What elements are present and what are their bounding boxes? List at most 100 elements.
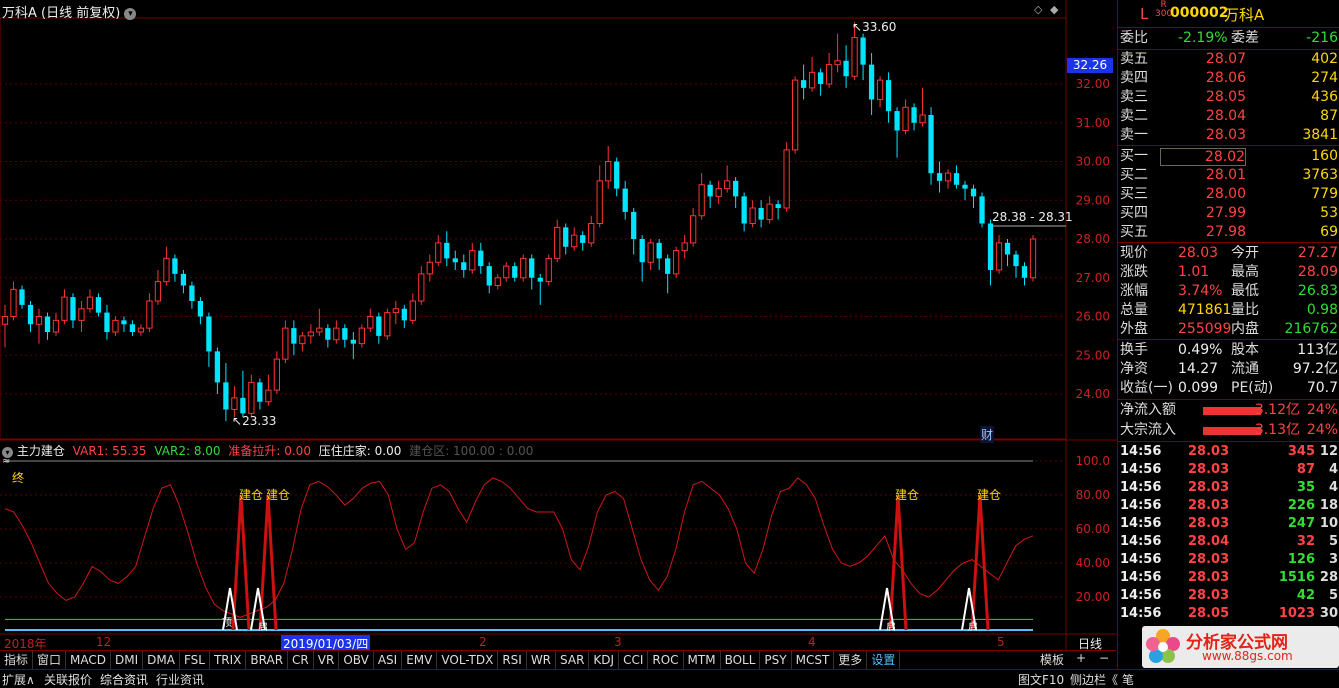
weicha-label: 委差 [1231,30,1259,46]
general-info-button[interactable]: 综合资讯 [100,671,148,688]
flow-label: 大宗流入 [1120,422,1176,438]
fund-row: 净资 14.27 流通 97.2亿 [1118,360,1339,379]
candle-body-down [741,196,747,224]
ask-price: 28.06 [1205,70,1246,86]
ask-row[interactable]: 卖四 28.06 274 [1118,69,1339,88]
bid-row[interactable]: 买四 27.99 53 [1118,204,1339,223]
tick-price: 28.05 [1188,606,1230,621]
fund-value-2: 70.7 [1306,380,1338,396]
toolbar-settings[interactable]: 设置 [867,651,901,669]
bid-row[interactable]: 买三 28.00 779 [1118,185,1339,204]
ask-row[interactable]: 卖五 28.07 402 [1118,50,1339,69]
toolbar-sar[interactable]: SAR [556,651,590,669]
candle-body-up [137,327,145,333]
template-button[interactable]: 模板 [1040,651,1064,668]
candle-body-up [520,257,527,279]
toolbar-rsi[interactable]: RSI [498,651,527,669]
bid-price-selected[interactable]: 28.02 [1160,148,1246,166]
related-quote-button[interactable]: 关联报价 [44,671,92,688]
bid-row[interactable]: 买五 27.98 69 [1118,223,1339,242]
candle-body-up [231,397,238,410]
toolbar-mtm[interactable]: MTM [684,651,721,669]
candle-body-up [469,250,476,271]
quote-panel: L R 300 000002 万科A 委比 -2.19% 委差 -216 卖五 28… [1117,0,1339,669]
candle-body-down [70,297,76,321]
toolbar-window[interactable]: 窗口 [33,651,67,669]
ask-row[interactable]: 卖二 28.04 87 [1118,107,1339,126]
candle-body-down [631,211,637,239]
zoom-in-button[interactable]: + [1076,651,1086,665]
toolbar-dma[interactable]: DMA [143,651,180,669]
candle-body-down [512,266,518,278]
toolbar-asi[interactable]: ASI [374,651,403,669]
ask-row[interactable]: 卖三 28.05 436 [1118,88,1339,107]
stat-value: 3.74% [1178,283,1223,299]
candle-body-down [350,339,356,344]
expand-icon[interactable]: ◆ [1050,3,1058,16]
candle-body-down [614,161,620,189]
ask-row[interactable]: 卖一 28.03 3841 [1118,126,1339,145]
toolbar-wr[interactable]: WR [527,651,557,669]
toolbar-cr[interactable]: CR [288,651,314,669]
toolbar-brar[interactable]: BRAR [246,651,289,669]
candle-body-down [537,277,543,282]
toolbar-boll[interactable]: BOLL [721,651,761,669]
tick-count: 5 [1328,534,1338,549]
separator [1118,145,1339,146]
toolbar-roc[interactable]: ROC [648,651,684,669]
signal-jiancang-2: 建仓 [266,488,291,502]
candle-body-up [282,327,289,360]
expand-button[interactable]: 扩展∧ [2,671,35,688]
toolbar-trix[interactable]: TRIX [210,651,247,669]
chart-area[interactable]: 32.00 31.00 30.00 29.00 28.00 27.00 26.00 25.00… [0,0,1117,650]
bid-row[interactable]: 买一 28.02 160 [1118,147,1339,166]
toolbar-obv[interactable]: OBV [339,651,374,669]
fund-label-2: PE(动) [1231,380,1274,396]
candle-body-down [214,351,221,383]
pen-button[interactable]: 笔 [1122,671,1134,688]
candle-body-up [766,203,773,221]
toolbar-macd[interactable]: MACD [66,651,112,669]
bid-row[interactable]: 买二 28.01 3763 [1118,166,1339,185]
diamond-icon[interactable]: ◇ [1034,3,1042,16]
toolbar-zhibiao[interactable]: 指标 [0,651,34,669]
flow-pct: 24% [1306,422,1338,438]
toolbar-cci[interactable]: CCI [619,651,649,669]
zoom-out-button[interactable]: − [1099,651,1109,665]
toolbar-emv[interactable]: EMV [402,651,438,669]
tick-vol: 345 [1287,444,1315,459]
candle-body-down [962,184,968,189]
toolbar-psy[interactable]: PSY [760,651,792,669]
fund-row: 换手 0.49% 股本 113亿 [1118,341,1339,360]
f10-button[interactable]: 图文F10 [1018,671,1064,688]
candle-body-down [707,184,713,197]
indicator-zhunbei: 准备拉升: 0.00 [228,444,311,458]
tick-time: 14:56 [1120,570,1162,585]
candle-body-up [995,242,1003,271]
toolbar-vr[interactable]: VR [314,651,340,669]
indicator-jiancang-zone: 建仓区: 100.00 : 0.00 [409,444,534,458]
tick-vol: 35 [1296,480,1315,495]
toolbar-dmi[interactable]: DMI [111,651,144,669]
tick-count: 12 [1319,444,1338,459]
chevron-down-icon[interactable]: ▾ [124,7,137,20]
price-tick-label: 30.00 [1076,155,1110,169]
toolbar-more[interactable]: 更多 [834,651,868,669]
flow-row[interactable]: 大宗流入 3.13亿 24% [1118,421,1339,440]
toolbar-mcst[interactable]: MCST [792,651,835,669]
finance-marker[interactable]: 财 [980,426,995,443]
sidebar-toggle-button[interactable]: 侧边栏《 [1070,671,1118,688]
stock-code: 000002 [1170,5,1229,21]
industry-info-button[interactable]: 行业资讯 [156,671,204,688]
toolbar-fsl[interactable]: FSL [180,651,210,669]
ask-price: 28.05 [1205,89,1246,105]
toolbar-vol-tdx[interactable]: VOL-TDX [437,651,499,669]
separator [1118,339,1339,340]
toolbar-kdj[interactable]: KDJ [589,651,620,669]
candle-body-down [817,72,824,84]
weibi-row: 委比 -2.19% 委差 -216 [1118,29,1339,48]
price-tick-label: 24.00 [1076,387,1110,401]
flow-row[interactable]: 净流入额 3.12亿 24% [1118,401,1339,420]
collapse-icon[interactable]: ≈ [2,456,10,467]
candle-body-down [486,266,492,286]
